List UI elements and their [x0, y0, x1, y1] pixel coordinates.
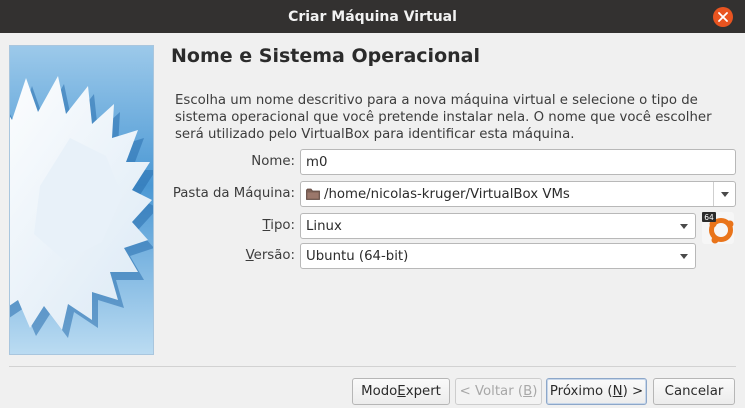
- folder-combo[interactable]: /home/nicolas-kruger/VirtualBox VMs: [300, 181, 736, 207]
- cancel-button[interactable]: Cancelar: [653, 378, 735, 405]
- expert-mode-button[interactable]: Modo Expert: [352, 378, 450, 405]
- folder-icon: [306, 188, 320, 200]
- page-title: Nome e Sistema Operacional: [171, 45, 480, 67]
- close-icon: [718, 12, 728, 22]
- chevron-down-icon: [680, 223, 688, 229]
- type-dropdown-arrow: [673, 214, 695, 238]
- ubuntu-os-icon: 64: [702, 212, 734, 244]
- version-dropdown-arrow: [673, 244, 695, 268]
- page-description: Escolha um nome descritivo para a nova m…: [175, 93, 712, 142]
- folder-dropdown-button[interactable]: [713, 182, 735, 206]
- chevron-down-icon: [680, 253, 688, 259]
- folder-label: Pasta da Máquina:: [172, 186, 295, 201]
- version-label: Versão:: [245, 248, 295, 263]
- back-button[interactable]: < Voltar (B): [455, 378, 542, 405]
- close-button[interactable]: [713, 7, 733, 27]
- wizard-content: Nome e Sistema Operacional Escolha um no…: [0, 33, 745, 408]
- name-label: Nome:: [251, 154, 295, 169]
- type-value: Linux: [306, 218, 342, 234]
- os-64bit-badge: 64: [704, 213, 714, 222]
- name-input-value: m0: [306, 154, 328, 170]
- type-select[interactable]: Linux: [300, 213, 696, 239]
- window-titlebar: Criar Máquina Virtual: [0, 0, 745, 33]
- window-title: Criar Máquina Virtual: [288, 8, 457, 25]
- footer-separator: [9, 366, 736, 367]
- folder-value: /home/nicolas-kruger/VirtualBox VMs: [324, 186, 570, 202]
- next-button[interactable]: Próximo (N) >: [546, 378, 647, 405]
- wizard-watermark-image: [9, 45, 154, 355]
- type-label: Tipo:: [262, 218, 295, 233]
- name-input[interactable]: m0: [300, 149, 736, 175]
- version-value: Ubuntu (64-bit): [306, 248, 409, 264]
- chevron-down-icon: [720, 191, 729, 197]
- version-select[interactable]: Ubuntu (64-bit): [300, 243, 696, 269]
